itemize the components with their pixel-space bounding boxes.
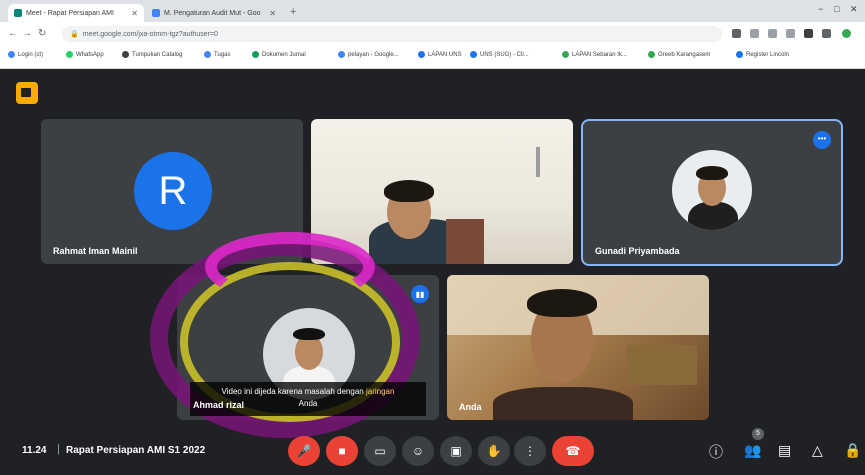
extensions-icon[interactable]: [804, 29, 813, 38]
participant-name: Gunadi Priyambada: [595, 246, 680, 256]
close-window-button[interactable]: ✕: [850, 4, 858, 15]
emoji-icon: ☺: [411, 444, 425, 458]
mic-toggle-button[interactable]: 🎤: [288, 436, 320, 466]
url-text: meet.google.com/jxa-otmm-tgz?authuser=0: [82, 30, 218, 38]
tab-meet[interactable]: Meet - Rapat Persiapan AMI ✕: [8, 4, 144, 22]
meeting-time: 11.24: [22, 445, 47, 456]
more-options-icon[interactable]: •••: [813, 131, 831, 149]
divider: |: [57, 443, 60, 455]
participant-count-badge: 5: [752, 428, 764, 440]
bookmark-item[interactable]: Dokumen Jurnal: [252, 51, 306, 58]
speaking-indicator-icon: ▮▮: [411, 285, 429, 303]
tab-docs[interactable]: M. Pengaturan Audit Mut - Goo ✕: [146, 4, 282, 22]
reactions-button[interactable]: ☺: [402, 436, 434, 466]
tab-strip: Meet - Rapat Persiapan AMI ✕ M. Pengatur…: [0, 0, 865, 22]
minimize-button[interactable]: −: [818, 4, 823, 14]
zoom-icon[interactable]: [750, 29, 759, 38]
meet-favicon-icon: [14, 9, 22, 17]
participant-video-tile[interactable]: [311, 119, 573, 264]
sidebar-icon[interactable]: [822, 29, 831, 38]
bookmark-item[interactable]: LAPAN UNS: [418, 51, 462, 58]
docs-favicon-icon: [152, 9, 160, 17]
star-icon[interactable]: [786, 29, 795, 38]
meet-logo-icon: [16, 82, 38, 104]
wall-detail: [536, 147, 540, 177]
hand-icon: ✋: [486, 444, 502, 458]
back-icon[interactable]: ←: [8, 28, 18, 39]
close-tab-icon[interactable]: ✕: [131, 9, 138, 18]
tab-label: M. Pengaturan Audit Mut - Goo: [164, 9, 261, 17]
participant-name: Ahmad rizal: [193, 400, 245, 410]
shelf-detail: [627, 345, 697, 385]
tab-label: Meet - Rapat Persiapan AMI: [26, 9, 114, 17]
self-video-tile[interactable]: Anda: [447, 275, 709, 420]
chat-icon[interactable]: ▤: [778, 442, 791, 459]
forward-icon[interactable]: →: [22, 28, 32, 39]
participant-name: Anda: [459, 402, 482, 412]
captions-icon: ▭: [374, 444, 386, 458]
camera-toggle-button[interactable]: ■: [326, 436, 358, 466]
bookmark-item[interactable]: Greeb Karangasem: [648, 51, 710, 58]
avatar: [672, 150, 752, 230]
meeting-title: Rapat Persiapan AMI S1 2022: [66, 445, 206, 456]
chair-backdrop: [446, 219, 484, 264]
lock-icon: 🔒: [70, 31, 79, 38]
close-tab-icon[interactable]: ✕: [269, 9, 276, 18]
participant-tile-active[interactable]: ••• Gunadi Priyambada: [581, 119, 843, 266]
bookmark-item[interactable]: Register Lincoln: [736, 51, 789, 58]
bookmark-item[interactable]: WhatsApp: [66, 51, 104, 58]
present-icon: ▣: [450, 444, 462, 458]
end-call-icon: ☎: [565, 444, 581, 458]
activities-icon[interactable]: △: [812, 442, 823, 459]
mic-off-icon: 🎤: [296, 444, 312, 458]
profile-avatar[interactable]: [842, 29, 851, 38]
bookmark-item[interactable]: Tumpukan Catalog: [122, 51, 182, 58]
raise-hand-button[interactable]: ✋: [478, 436, 510, 466]
bookmark-item[interactable]: Tugas: [204, 51, 230, 58]
people-icon[interactable]: 👥: [744, 442, 761, 459]
participant-tile[interactable]: R Rahmat Iman Mainil: [41, 119, 303, 264]
captions-button[interactable]: ▭: [364, 436, 396, 466]
bookmark-item[interactable]: pelayan - Google...: [338, 51, 399, 58]
bookmark-item[interactable]: UNS (SUG) - Cli...: [470, 51, 529, 58]
participant-name: Rahmat Iman Mainil: [53, 246, 138, 256]
new-tab-button[interactable]: +: [290, 6, 296, 18]
bookmark-item[interactable]: Login (ct): [8, 51, 43, 58]
camera-permission-icon[interactable]: [732, 29, 741, 38]
reload-icon[interactable]: ↻: [38, 28, 46, 39]
more-options-button[interactable]: ⋮: [514, 436, 546, 466]
share-icon[interactable]: [768, 29, 777, 38]
bookmark-item[interactable]: LAPAN Sebaran Ik...: [562, 51, 627, 58]
network-warning: Video ini dijeda karena masalah dengan j…: [190, 382, 426, 416]
info-icon[interactable]: ⓘ: [709, 442, 723, 462]
url-field[interactable]: 🔒 meet.google.com/jxa-otmm-tgz?authuser=…: [62, 26, 722, 42]
camera-off-icon: ■: [338, 444, 346, 458]
end-call-button[interactable]: ☎: [552, 436, 594, 466]
avatar: R: [134, 152, 212, 230]
maximize-button[interactable]: □: [834, 4, 839, 14]
host-controls-icon[interactable]: 🔒: [844, 442, 861, 459]
present-button[interactable]: ▣: [440, 436, 472, 466]
more-vert-icon: ⋮: [524, 444, 536, 458]
